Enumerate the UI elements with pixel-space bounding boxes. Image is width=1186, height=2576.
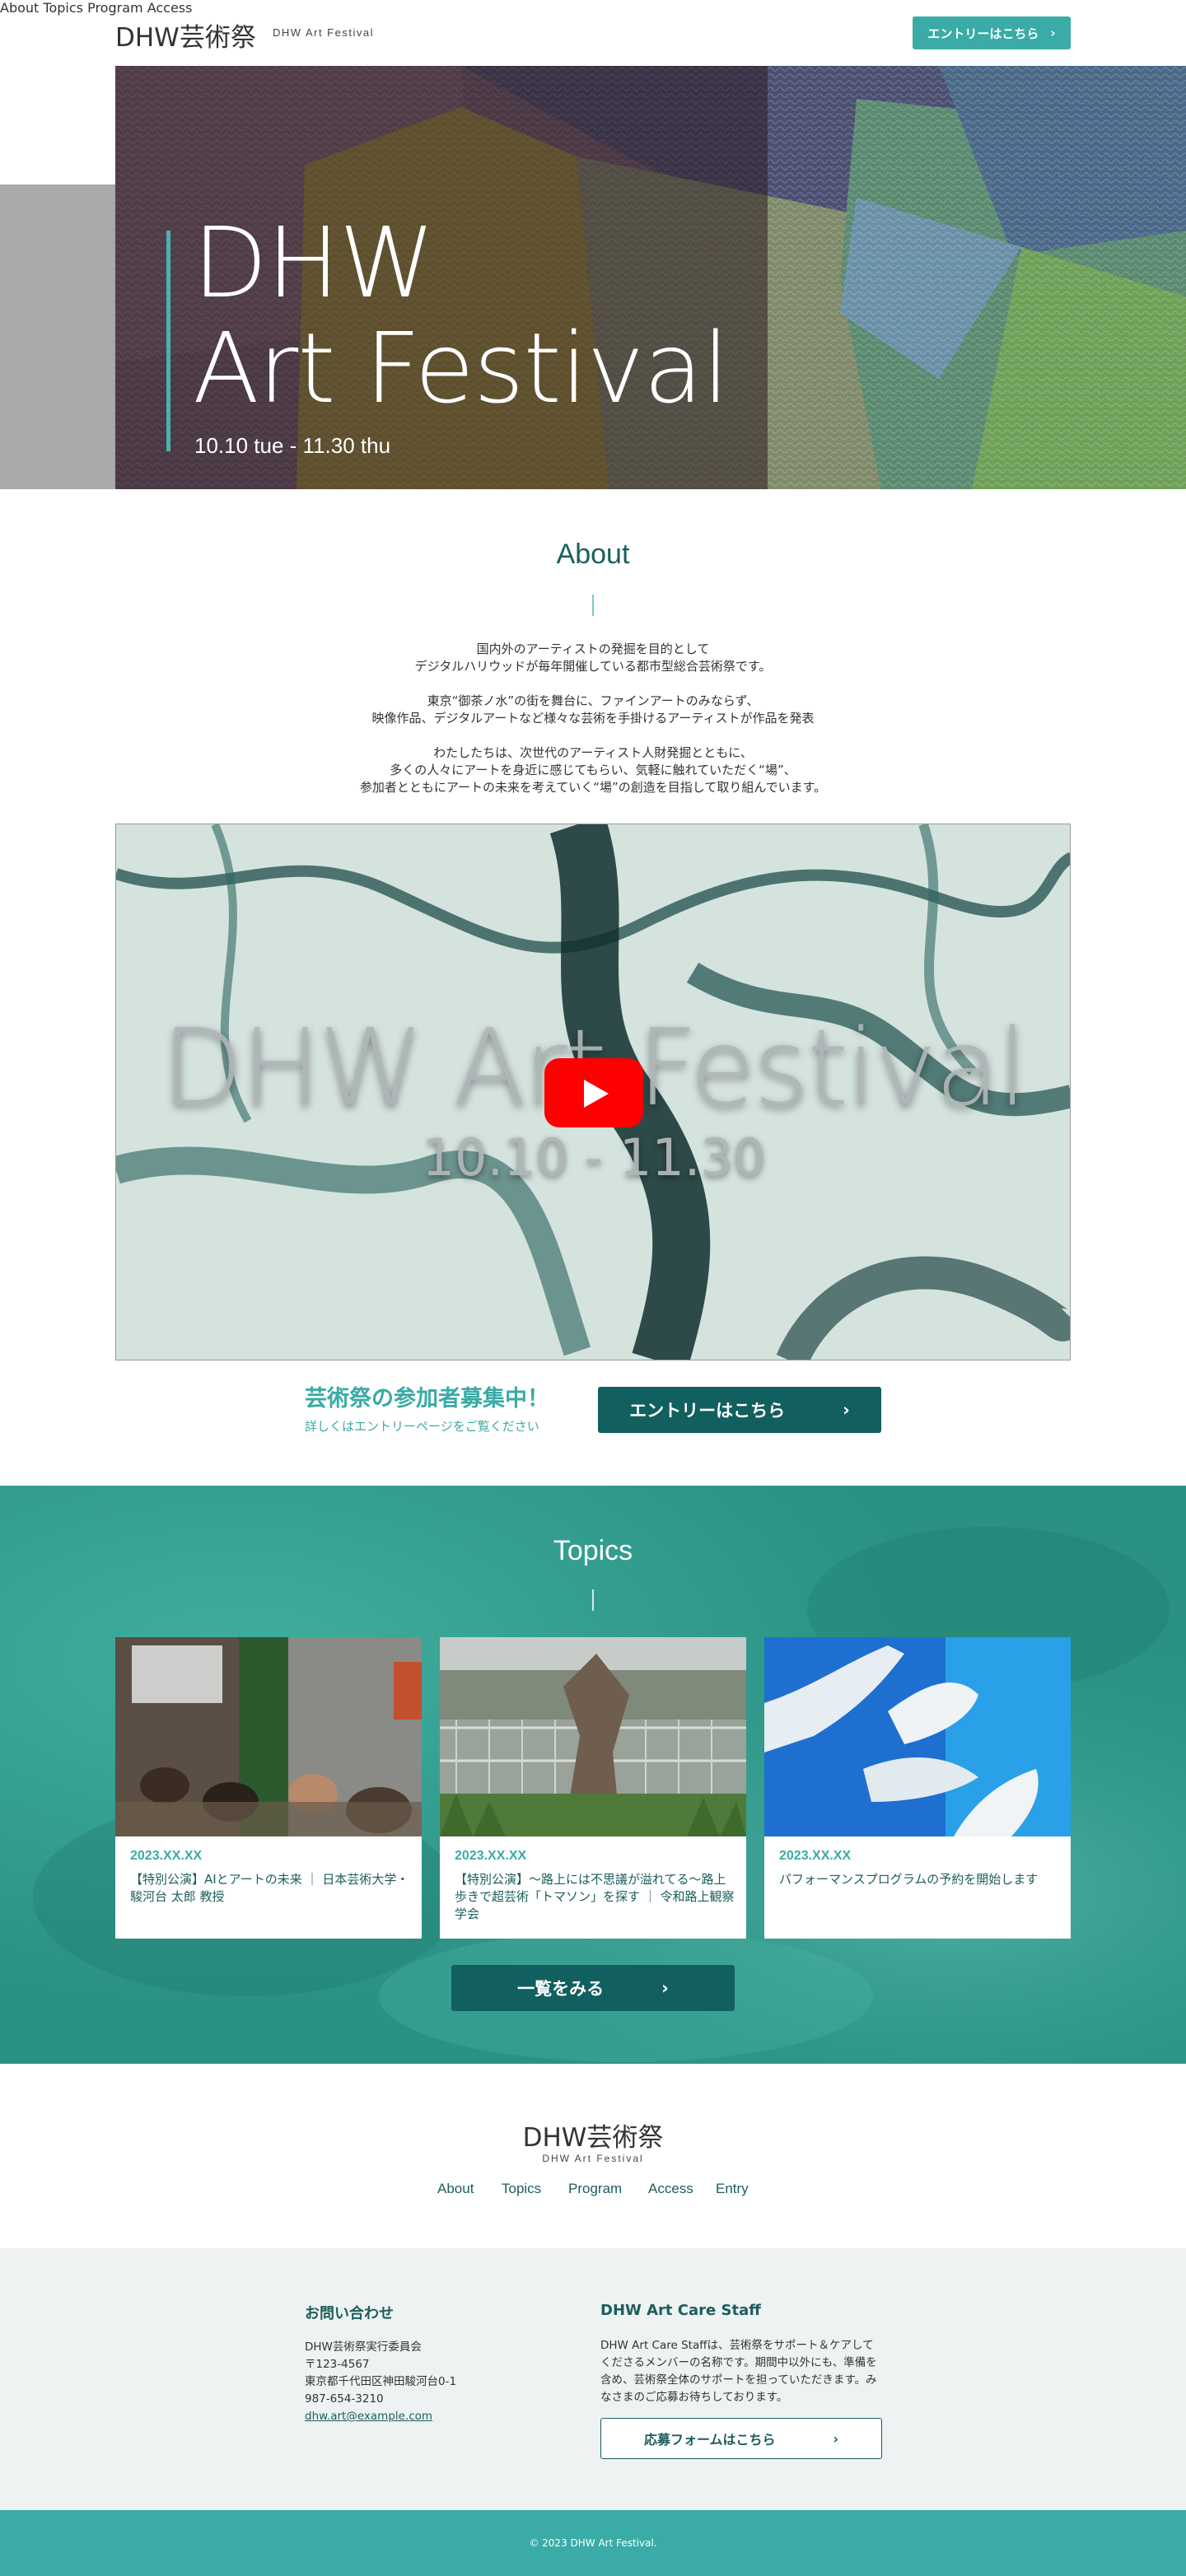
about-line: デジタルハリウッドが毎年開催している都市型総合芸術祭です。	[414, 659, 772, 674]
topic-image-lecture	[115, 1637, 422, 1836]
nav-about[interactable]: About	[0, 0, 39, 16]
chevron-right-icon: ›	[843, 1400, 850, 1420]
about-paragraph-3: わたしたちは、次世代のアーティスト人財発掘とともに、 多くの人々にアートを身近に…	[0, 744, 1186, 796]
recruit-subtext: 詳しくはエントリーページをご覧ください	[305, 1419, 539, 1434]
copyright-text: © 2023 DHW Art Festival.	[529, 2537, 657, 2549]
recruit-heading: 芸術祭の参加者募集中！	[305, 1386, 549, 1412]
nav-topics[interactable]: Topics	[43, 0, 83, 16]
entry-button-label: エントリーはこちら	[629, 1401, 786, 1421]
contact-heading: お問い合わせ	[305, 2305, 394, 2322]
site-logo[interactable]: DHW芸術祭	[115, 16, 256, 54]
site-logo-subtitle: DHW Art Festival	[273, 26, 374, 39]
site-header: DHW芸術祭 DHW Art Festival About Topics Pro…	[0, 0, 1186, 66]
hero-section: DHW Art Festival 10.10 tue - 11.30 thu	[115, 66, 1186, 489]
contact-email-link[interactable]: dhw.art@example.com	[305, 2410, 432, 2423]
about-line: 多くの人々にアートを身近に感じてもらい、気軽に触れていただく“場”、	[390, 763, 796, 777]
about-line: 東京“御茶ノ水”の街を舞台に、ファインアートのみならず、	[427, 693, 759, 708]
chevron-right-icon: ›	[833, 2430, 839, 2447]
header-entry-button[interactable]: エントリーはこちら ›	[913, 16, 1071, 49]
chevron-right-icon: ›	[661, 1978, 669, 1998]
footer-logo-subtitle: DHW Art Festival	[542, 2153, 644, 2164]
footer-nav-access[interactable]: Access	[648, 2181, 693, 2197]
topic-image-hands	[764, 1637, 1071, 1836]
staff-apply-label: 応募フォームはこちら	[643, 2432, 776, 2448]
topic-title: 【特別公演】AIとアートの未来 ｜ 日本芸術大学・駿河台 太郎 教授	[130, 1872, 409, 1904]
contact-line: 987-654-3210	[305, 2392, 384, 2406]
header-entry-label: エントリーはこちら	[927, 26, 1039, 41]
hero-side-block	[0, 184, 115, 489]
footer-nav-entry[interactable]: Entry	[716, 2181, 749, 2197]
topic-card[interactable]: 2023.XX.XX パフォーマンスプログラムの予約を開始します	[764, 1637, 1071, 1939]
topic-date: 2023.XX.XX	[455, 1849, 527, 1863]
about-divider	[592, 595, 594, 616]
topic-card[interactable]: 2023.XX.XX 【特別公演】〜路上には不思議が溢れてる〜路上歩きで超芸術「…	[440, 1637, 746, 1939]
hero-accent-bar	[166, 231, 170, 451]
entry-button[interactable]: エントリーはこちら ›	[598, 1387, 881, 1433]
contact-line: DHW芸術祭実行委員会	[305, 2340, 422, 2354]
about-line: 映像作品、デジタルアートなど様々な芸術を手掛けるアーティストが作品を発表	[371, 711, 815, 726]
topic-date: 2023.XX.XX	[779, 1849, 852, 1863]
footer-nav-topics[interactable]: Topics	[502, 2181, 541, 2197]
staff-heading: DHW Art Care Staff	[600, 2302, 761, 2319]
play-icon[interactable]	[544, 1058, 643, 1127]
topics-more-button[interactable]: 一覧をみる ›	[451, 1965, 735, 2011]
nav-access[interactable]: Access	[147, 0, 193, 16]
footer-contact-section	[0, 2248, 1186, 2510]
topics-divider	[592, 1589, 594, 1611]
about-line: 参加者とともにアートの未来を考えていく“場”の創造を目指して取り組んでいます。	[359, 780, 827, 795]
video-overlay-date: 10.10 - 11.30	[422, 1127, 766, 1188]
topics-heading: Topics	[553, 1535, 633, 1566]
footer-nav-about[interactable]: About	[437, 2181, 474, 2197]
topic-image-street	[440, 1637, 746, 1836]
about-line: 国内外のアーティストの発掘を目的として	[476, 642, 710, 656]
contact-line: 東京都千代田区神田駿河台0-1	[305, 2375, 457, 2388]
about-paragraph-2: 東京“御茶ノ水”の街を舞台に、ファインアートのみならず、 映像作品、デジタルアー…	[0, 693, 1186, 727]
about-line: わたしたちは、次世代のアーティスト人財発掘とともに、	[433, 745, 753, 760]
footer-nav-program[interactable]: Program	[568, 2181, 622, 2197]
staff-description: DHW Art Care Staffは、芸術祭をサポート＆ケアしてくださるメンバ…	[600, 2339, 877, 2404]
footer-logo[interactable]: DHW芸術祭	[0, 2116, 1186, 2154]
about-heading: About	[556, 539, 630, 570]
nav-program[interactable]: Program	[87, 0, 143, 16]
chevron-right-icon: ›	[1050, 26, 1056, 40]
topics-more-label: 一覧をみる	[517, 1979, 605, 1999]
topic-card[interactable]: 2023.XX.XX 【特別公演】AIとアートの未来 ｜ 日本芸術大学・駿河台 …	[115, 1637, 422, 1939]
about-description: 国内外のアーティストの発掘を目的として デジタルハリウッドが毎年開催している都市…	[0, 641, 1186, 796]
topic-title: パフォーマンスプログラムの予約を開始します	[779, 1872, 1039, 1887]
contact-line: 〒123-4567	[305, 2358, 370, 2371]
hero-title-line1: DHW	[193, 206, 435, 320]
staff-apply-button[interactable]: 応募フォームはこちら ›	[600, 2418, 882, 2459]
topic-date: 2023.XX.XX	[130, 1849, 203, 1863]
video-player[interactable]: DHW Art Festival 10.10 - 11.30	[115, 824, 1071, 1360]
about-paragraph-1: 国内外のアーティストの発掘を目的として デジタルハリウッドが毎年開催している都市…	[0, 641, 1186, 675]
hero-title: DHW Art Festival	[193, 206, 729, 425]
contact-info: DHW芸術祭実行委員会 〒123-4567 東京都千代田区神田駿河台0-1 98…	[305, 2339, 456, 2425]
hero-date: 10.10 tue - 11.30 thu	[194, 433, 391, 458]
hero-title-line2: Art Festival	[193, 311, 729, 425]
topic-title: 【特別公演】〜路上には不思議が溢れてる〜路上歩きで超芸術「トマソン」を探す ｜ …	[455, 1872, 735, 1921]
